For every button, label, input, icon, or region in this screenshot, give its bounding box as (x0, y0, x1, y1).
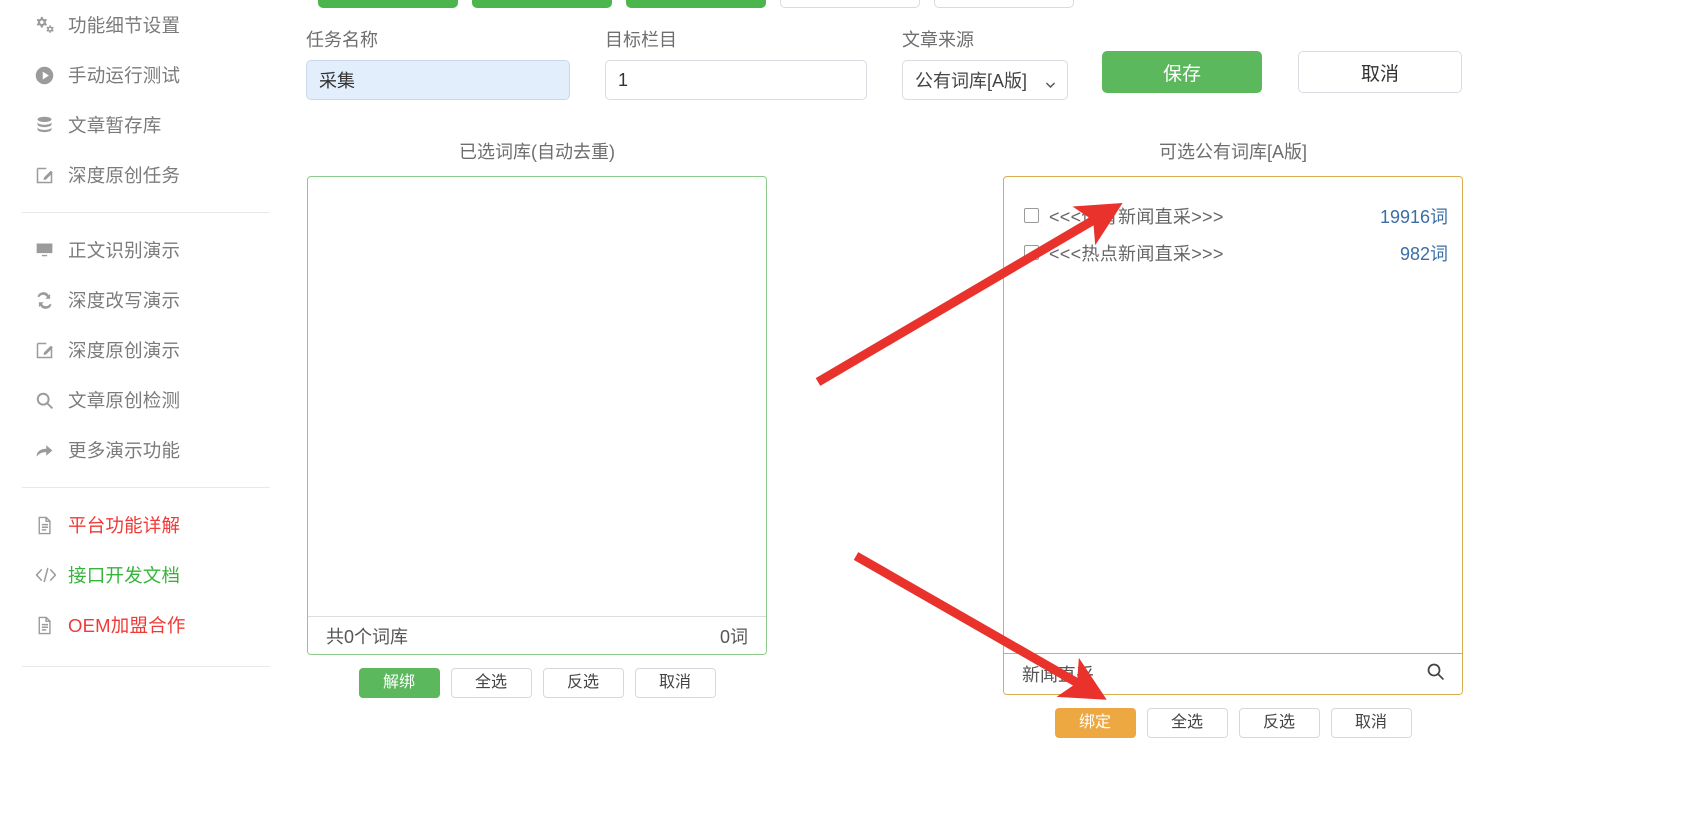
task-name-input[interactable]: 采集 (306, 60, 570, 100)
cancel-button-left[interactable]: 取消 (634, 668, 716, 698)
sidebar-item-api-development-doc[interactable]: 接口开发文档 (0, 550, 300, 600)
sidebar-item-label: OEM加盟合作 (68, 615, 186, 636)
invert-selection-button-left[interactable]: 反选 (542, 668, 624, 698)
sidebar-item-oem-partnership[interactable]: OEM加盟合作 (0, 600, 300, 650)
library-search-input[interactable] (1020, 662, 1425, 686)
sidebar-item-label: 功能细节设置 (68, 15, 181, 36)
unbind-button[interactable]: 解绑 (358, 668, 440, 698)
sidebar-item-label: 手动运行测试 (68, 65, 181, 86)
invert-selection-button-right[interactable]: 反选 (1238, 708, 1320, 738)
sidebar-item-deep-original-task[interactable]: 深度原创任务 (0, 150, 300, 200)
sidebar-item-label: 更多演示功能 (68, 440, 181, 461)
selected-library-buttons: 解绑 全选 反选 取消 (307, 668, 767, 698)
sidebar-group-1: 功能细节设置 手动运行测试 文章暂存库 深度原创任务 (0, 0, 300, 200)
library-word-count: 19916词 (1379, 206, 1448, 227)
sidebar-item-more-demo-functions[interactable]: 更多演示功能 (0, 425, 300, 475)
document-icon (34, 515, 68, 536)
article-source-label: 文章来源 (902, 30, 974, 50)
database-icon (34, 115, 68, 136)
checkbox-icon[interactable] (1024, 208, 1039, 223)
edit-square-icon (34, 340, 68, 361)
sidebar-group-2: 正文识别演示 深度改写演示 深度原创演示 文章原创检测 更多演示功能 (0, 225, 300, 475)
article-source-field: 文章来源 公有词库[A版] (902, 26, 1068, 100)
edit-square-icon (34, 165, 68, 186)
sidebar-item-platform-function-detail[interactable]: 平台功能详解 (0, 500, 300, 550)
document-icon (34, 615, 68, 636)
search-icon (34, 390, 68, 411)
sidebar-item-manual-run-test[interactable]: 手动运行测试 (0, 50, 300, 100)
refresh-icon (34, 290, 68, 311)
available-library-title: 可选公有词库[A版] (1158, 142, 1307, 162)
list-item[interactable]: <<<热点新闻直采>>> 982词 (1004, 234, 1462, 271)
save-button[interactable]: 保存 (1102, 51, 1262, 93)
sidebar-item-deep-original-demo[interactable]: 深度原创演示 (0, 325, 300, 375)
selected-library-panel: 已选词库(自动去重) 共0个词库 0词 解绑 全选 反选 取消 (307, 138, 767, 698)
selected-library-list[interactable] (308, 177, 766, 616)
sidebar-item-function-detail-settings[interactable]: 功能细节设置 (0, 0, 300, 50)
task-name-label: 任务名称 (306, 30, 378, 50)
library-name: <<<体育新闻直采>>> (1049, 206, 1224, 227)
sidebar-divider-2 (22, 487, 270, 488)
library-word-count: 982词 (1399, 243, 1448, 264)
library-search-bar (1004, 653, 1462, 694)
article-source-value: 公有词库[A版] (915, 71, 1028, 91)
cancel-button[interactable]: 取消 (1298, 51, 1462, 93)
available-library-buttons: 绑定 全选 反选 取消 (1003, 708, 1463, 738)
sidebar-item-label: 正文识别演示 (68, 240, 181, 261)
cancel-button-right[interactable]: 取消 (1330, 708, 1412, 738)
sidebar-item-article-cache-store[interactable]: 文章暂存库 (0, 100, 300, 150)
checkbox-icon[interactable] (1024, 245, 1039, 260)
sidebar-item-label: 接口开发文档 (68, 565, 181, 586)
library-name: <<<热点新闻直采>>> (1049, 243, 1224, 264)
sidebar-item-article-originality-check[interactable]: 文章原创检测 (0, 375, 300, 425)
task-name-field: 任务名称 采集 (306, 26, 570, 100)
selected-library-title: 已选词库(自动去重) (459, 142, 615, 162)
sidebar-item-label: 文章暂存库 (68, 115, 162, 136)
available-library-body: <<<体育新闻直采>>> 19916词 <<<热点新闻直采>>> 982词 (1003, 176, 1463, 695)
available-library-panel: 可选公有词库[A版] <<<体育新闻直采>>> 19916词 <<<热点新闻直采… (1003, 138, 1463, 738)
available-library-list: <<<体育新闻直采>>> 19916词 <<<热点新闻直采>>> 982词 (1004, 177, 1462, 653)
sidebar-divider-1 (22, 212, 270, 213)
sidebar-item-label: 文章原创检测 (68, 390, 181, 411)
sidebar-divider-3 (22, 666, 270, 667)
monitor-icon (34, 240, 68, 261)
target-column-field: 目标栏目 1 (605, 26, 867, 100)
sidebar-item-label: 深度原创任务 (68, 165, 181, 186)
gears-icon (34, 14, 68, 36)
sidebar-item-label: 深度改写演示 (68, 290, 181, 311)
selected-library-footer: 共0个词库 0词 (308, 616, 766, 654)
list-item[interactable]: <<<体育新闻直采>>> 19916词 (1004, 197, 1462, 234)
select-all-button-right[interactable]: 全选 (1146, 708, 1228, 738)
target-column-input[interactable]: 1 (605, 60, 867, 100)
app-root: 功能细节设置 手动运行测试 文章暂存库 深度原创任务 正文识别演示 深度改写演示… (0, 0, 1689, 816)
sidebar-item-content-recognition-demo[interactable]: 正文识别演示 (0, 225, 300, 275)
selected-library-count-label: 共0个词库 (326, 626, 409, 647)
code-icon (34, 565, 68, 585)
select-all-button-left[interactable]: 全选 (450, 668, 532, 698)
target-column-label: 目标栏目 (605, 30, 677, 50)
bind-button[interactable]: 绑定 (1054, 708, 1136, 738)
sidebar-item-label: 深度原创演示 (68, 340, 181, 361)
sidebar: 功能细节设置 手动运行测试 文章暂存库 深度原创任务 正文识别演示 深度改写演示… (0, 0, 300, 816)
search-icon[interactable] (1425, 661, 1446, 687)
sidebar-item-deep-rewrite-demo[interactable]: 深度改写演示 (0, 275, 300, 325)
chevron-down-icon (1045, 75, 1056, 89)
selected-library-word-count: 0词 (719, 626, 748, 647)
arrow-forward-icon (34, 440, 68, 461)
selected-library-body: 共0个词库 0词 (307, 176, 767, 655)
play-circle-icon (34, 65, 68, 86)
sidebar-group-3: 平台功能详解 接口开发文档 OEM加盟合作 (0, 500, 300, 650)
sidebar-item-label: 平台功能详解 (68, 515, 181, 536)
article-source-select[interactable]: 公有词库[A版] (902, 60, 1068, 100)
task-form: 任务名称 采集 目标栏目 1 文章来源 公有词库[A版] 保存 取消 (300, 0, 1689, 115)
